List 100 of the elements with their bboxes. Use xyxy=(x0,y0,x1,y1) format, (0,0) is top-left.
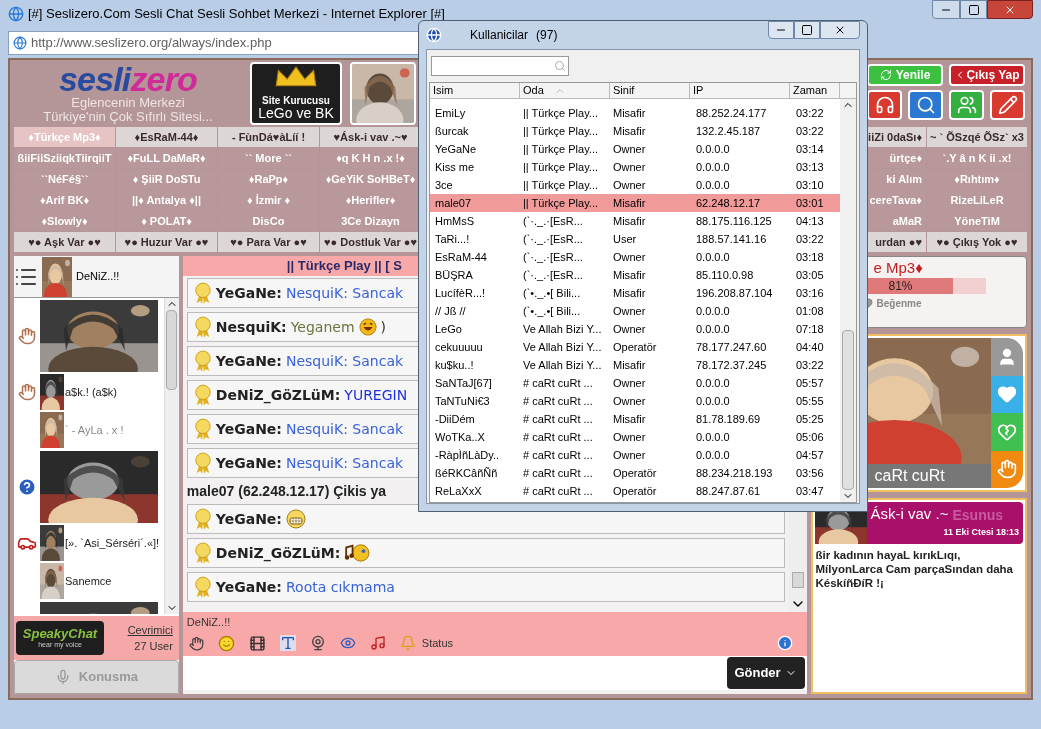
person-icon xyxy=(997,346,1017,367)
logout-button[interactable]: Çıkış Yap xyxy=(949,64,1025,86)
room-button[interactable]: ~ ` ÕSzqé ÕSz` x3 xyxy=(927,127,1027,147)
room-button[interactable]: ♥● Aşk Var ●♥ xyxy=(14,232,115,252)
room-button[interactable]: ♥● Para Var ●♥ xyxy=(218,232,319,252)
browser-logo-icon xyxy=(8,6,24,22)
table-cell-text: (`·._.·[EsR... xyxy=(522,231,584,247)
message-text: Roota cıkmama xyxy=(285,577,395,597)
column-header[interactable]: Isim xyxy=(430,83,520,98)
room-button[interactable]: ♥● Dostluk Var ●♥ xyxy=(320,232,421,252)
user-row[interactable]: male07 || Türkçe Play... Misafir 62.248.12.17 03:01 xyxy=(430,194,840,212)
table-cell-text: 88.234.218.193 xyxy=(695,465,774,481)
search-field[interactable] xyxy=(431,56,569,76)
user-row[interactable]: 3ce || Türkçe Play... Owner 0.0.0.0 03:10 xyxy=(430,176,840,194)
user-row[interactable]: LucífèR...! (`•._.•[ Bili... Misafir 196.208.87.104 03:16 xyxy=(430,284,840,302)
user-row[interactable]: SaNTaJ[67] # caRt cuRt ... Owner 0.0.0.0 05:57 xyxy=(430,374,840,392)
user-row[interactable]: LeGo Ve Allah Bizi Y... Owner 0.0.0.0 07:18 xyxy=(430,320,840,338)
users-button[interactable] xyxy=(949,90,984,120)
user-row[interactable]: ßurcak || Türkçe Play... Misafir 132.2.45.187 03:22 xyxy=(430,122,840,140)
medal-icon xyxy=(193,576,212,598)
table-cell-text: Ve Allah Bizi Y... xyxy=(522,339,603,355)
message-author: NesquiK: xyxy=(215,317,287,337)
status-label[interactable]: Status xyxy=(421,634,454,652)
table-cell-text: # caRt cuRt ... xyxy=(522,393,594,409)
table-cell-text: ReLaXxX xyxy=(434,483,483,499)
table-cell-text: SaNTaJ[67] xyxy=(434,375,493,391)
table-cell-text: # caRt cuRt ... xyxy=(522,411,594,427)
user-row[interactable]: TaRi...! (`·._.·[EsR... User 188.57.141.16 03:22 xyxy=(430,230,840,248)
user-row[interactable]: cekuuuuu Ve Allah Bizi Y... Operatör 78.177.247.60 04:40 xyxy=(430,338,840,356)
headphones-button[interactable] xyxy=(867,90,902,120)
maximize-icon xyxy=(967,3,980,16)
help-icon xyxy=(17,476,37,497)
table-cell-text: # caRt cuRt ... xyxy=(522,483,594,499)
table-cell-text: // Jß // xyxy=(434,303,467,319)
table-cell-text: 88.252.24.177 xyxy=(695,105,768,121)
table-cell-text: # caRt cuRt ... xyxy=(522,465,594,481)
maximize-button[interactable] xyxy=(794,21,820,39)
info-icon[interactable] xyxy=(776,635,793,651)
pencil-icon xyxy=(997,95,1018,115)
table-cell-text: Misafir xyxy=(612,357,647,373)
raise-hand-icon[interactable] xyxy=(188,635,204,651)
table-cell-text: LucífèR...! xyxy=(434,285,487,301)
wave-button[interactable] xyxy=(991,450,1023,488)
table-cell-text: (`·._.·[EsR... xyxy=(522,213,584,229)
message-author: YeGaNe: xyxy=(215,419,282,439)
music-icon[interactable] xyxy=(369,635,386,651)
like-button[interactable] xyxy=(991,375,1023,413)
table-cell-text: # caRt cuRt ... xyxy=(522,375,594,391)
table-cell-text: 03:10 xyxy=(795,177,825,193)
font-icon[interactable] xyxy=(279,635,296,651)
column-header[interactable]: Sinif xyxy=(610,83,690,98)
table-cell-text: 3ce xyxy=(434,177,454,193)
user-name: Sanemce xyxy=(65,573,112,589)
user-row[interactable]: YeGaNe || Türkçe Play... Owner 0.0.0.0 03:14 xyxy=(430,140,840,158)
medal-icon xyxy=(193,282,212,304)
send-button[interactable]: Gönder xyxy=(726,657,805,689)
user-row[interactable]: ku$ku..! Ve Allah Bizi Y... Misafir 78.172.37.245 03:22 xyxy=(430,356,840,374)
table-cell-text: Misafir xyxy=(612,105,647,121)
broken-heart-button[interactable] xyxy=(991,413,1023,451)
room-button[interactable]: ♥● Huzur Var ●♥ xyxy=(116,232,217,252)
search-button[interactable] xyxy=(908,90,943,120)
table-cell-text: 0.0.0.0 xyxy=(695,303,731,319)
room-button[interactable]: ♥● Çıkış Yok ●♥ xyxy=(927,232,1027,252)
user-row[interactable]: // Jß // (`•._.•[ Bili... Owner 0.0.0.0 01:08 xyxy=(430,302,840,320)
table-cell-text: 0.0.0.0 xyxy=(695,177,731,193)
webcam-icon[interactable] xyxy=(309,635,326,651)
edit-button[interactable] xyxy=(990,90,1025,120)
maximize-button[interactable] xyxy=(960,0,987,19)
film-icon[interactable] xyxy=(248,634,266,652)
user-row[interactable]: -RàpÌñLàDy.. # caRt cuRt ... Owner 0.0.0.0 04:57 xyxy=(430,446,840,464)
table-cell-text: 188.57.141.16 xyxy=(695,231,768,247)
user-row[interactable]: HmMsS (`·._.·[EsR... Misafir 88.175.116.125 04:13 xyxy=(430,212,840,230)
user-row[interactable]: Kiss me || Türkçe Play... Owner 0.0.0.0 03:13 xyxy=(430,158,840,176)
eye-icon[interactable] xyxy=(339,635,356,651)
scrollbar[interactable] xyxy=(840,99,856,502)
scrollbar-thumb[interactable] xyxy=(842,330,854,490)
scrollbar-thumb[interactable] xyxy=(166,310,178,390)
user-row[interactable]: EmiLy || Türkçe Play... Misafir 88.252.24.177 03:22 xyxy=(430,104,840,122)
scrollbar[interactable] xyxy=(163,298,179,614)
online-link[interactable]: Cevrimici xyxy=(127,621,173,638)
room-button[interactable]: ♦EsRaM-44♦ xyxy=(116,127,217,147)
minimize-button[interactable] xyxy=(932,0,960,19)
minimize-button[interactable] xyxy=(768,21,794,39)
message-author: YeGaNe: xyxy=(215,509,282,529)
column-header[interactable]: IP xyxy=(690,83,790,98)
user-row[interactable]: WoTKa..X # caRt cuRt ... Owner 0.0.0.0 05:06 xyxy=(430,428,840,446)
column-header[interactable]: Oda xyxy=(520,83,610,98)
user-row[interactable]: TaNTuNi€3 # caRt cuRt ... Owner 0.0.0.0 05:55 xyxy=(430,392,840,410)
founder-names: LeGo ve BK xyxy=(258,106,334,121)
scrollbar-thumb[interactable] xyxy=(791,572,804,588)
table-cell-text: 03:14 xyxy=(795,141,825,157)
room-button[interactable]: - FùnDá♥àLíí ! xyxy=(218,127,319,147)
table-cell-text: EmiLy xyxy=(434,105,467,121)
table-cell-text: 01:08 xyxy=(795,303,825,319)
smiley-icon[interactable] xyxy=(217,634,235,652)
column-header[interactable]: Zaman xyxy=(790,83,840,98)
room-button[interactable]: ♥Ásk-i vav .~♥ xyxy=(320,127,421,147)
table-cell-text: 88.175.116.125 xyxy=(695,213,773,229)
user-row[interactable]: -DiiDém # caRt cuRt ... Misafir 81.78.189.69 05:25 xyxy=(430,410,840,428)
profile-button[interactable] xyxy=(991,338,1023,376)
